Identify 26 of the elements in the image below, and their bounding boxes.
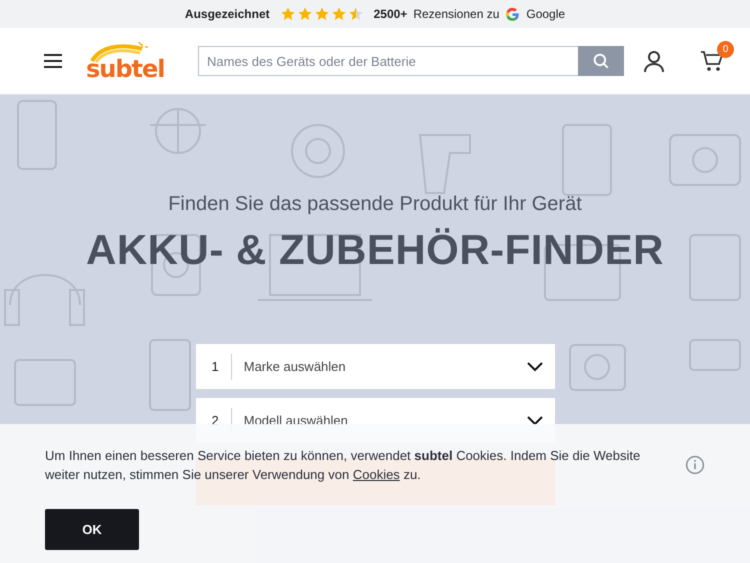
search-button[interactable] xyxy=(578,46,624,76)
google-label: Google xyxy=(526,7,566,21)
cookies-link[interactable]: Cookies xyxy=(352,467,400,482)
search-field[interactable]: Names des Geräts oder der Batterie xyxy=(198,46,578,76)
dropdown-select[interactable]: 1 Marke auswählen xyxy=(196,344,554,389)
account-icon[interactable] xyxy=(642,49,666,73)
ok-button[interactable]: OK xyxy=(45,509,139,550)
review-text: Rezensionen zu xyxy=(413,7,500,21)
star-icon xyxy=(330,6,347,22)
hero-subtitle: Finden Sie das passende Produkt für Ihr Gerät xyxy=(168,193,582,216)
info-icon[interactable] xyxy=(685,455,705,475)
hero-title: AKKU- & ZUBEHÖR-FINDER xyxy=(86,226,664,274)
review-count: 2500+ xyxy=(374,7,408,21)
search-icon xyxy=(592,52,610,70)
chevron-down-icon xyxy=(526,362,542,372)
cart-count: 0 xyxy=(717,41,734,58)
star-icon xyxy=(348,6,364,22)
cart-icon[interactable] xyxy=(700,49,724,73)
menu-icon[interactable] xyxy=(44,54,62,68)
chevron-down-icon xyxy=(526,416,542,426)
google-logo-icon xyxy=(505,6,520,22)
rating-label: Ausgezeichnet xyxy=(184,7,270,21)
cookie-notice-text: Um Ihnen einen besseren Service bieten zu können, verwendet subtel Cookies. Indem Sie die Website weiter nutzen, stimmen Sie unserer Verwendung von Cookies zu. xyxy=(45,447,642,484)
star-icon xyxy=(314,6,330,22)
star-icon xyxy=(296,6,313,22)
star-icon xyxy=(280,6,296,22)
